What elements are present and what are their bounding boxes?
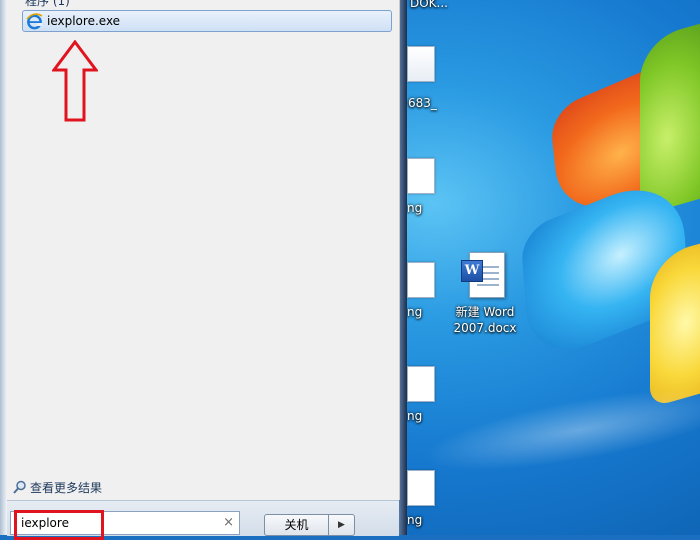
see-more-results-label: 查看更多结果 — [30, 481, 103, 495]
see-more-results-link[interactable]: 查看更多结果 — [13, 479, 102, 497]
desktop-icon-photo[interactable] — [407, 46, 435, 82]
desktop-icon-label: ng — [407, 305, 423, 319]
desktop-icon-file[interactable] — [407, 262, 435, 298]
search-result-label: iexplore.exe — [47, 14, 121, 28]
desktop-icon-file[interactable] — [407, 470, 435, 506]
wallpaper-glow — [417, 372, 700, 488]
annotation-highlight-box — [14, 510, 104, 540]
shutdown-button[interactable]: 关机 — [264, 514, 329, 536]
results-group-header: 程序 (1) — [25, 0, 70, 8]
clear-search-icon[interactable]: × — [223, 515, 234, 530]
desktop-icon-label: ng — [407, 201, 423, 215]
start-menu-edge — [399, 0, 407, 535]
desktop-icon-label: 683_ — [408, 96, 437, 110]
desktop-icon-file[interactable] — [407, 158, 435, 194]
magnifier-icon — [13, 480, 27, 497]
word-document-icon[interactable]: W — [461, 252, 505, 300]
desktop-icon-file[interactable] — [407, 366, 435, 402]
annotation-up-arrow — [51, 39, 99, 125]
windows-logo-green — [640, 15, 700, 216]
desktop-icon-label: DOK... — [410, 0, 448, 10]
search-result-iexplore[interactable]: iexplore.exe — [22, 10, 392, 32]
shutdown-options-arrow-icon[interactable]: ▶ — [329, 514, 355, 536]
word-document-label[interactable]: 新建 Word 2007.docx — [440, 304, 530, 336]
internet-explorer-icon — [26, 13, 43, 30]
desktop-icon-label: ng — [407, 513, 423, 527]
desktop-icon-label: ng — [407, 409, 423, 423]
word-badge-icon: W — [461, 260, 483, 282]
